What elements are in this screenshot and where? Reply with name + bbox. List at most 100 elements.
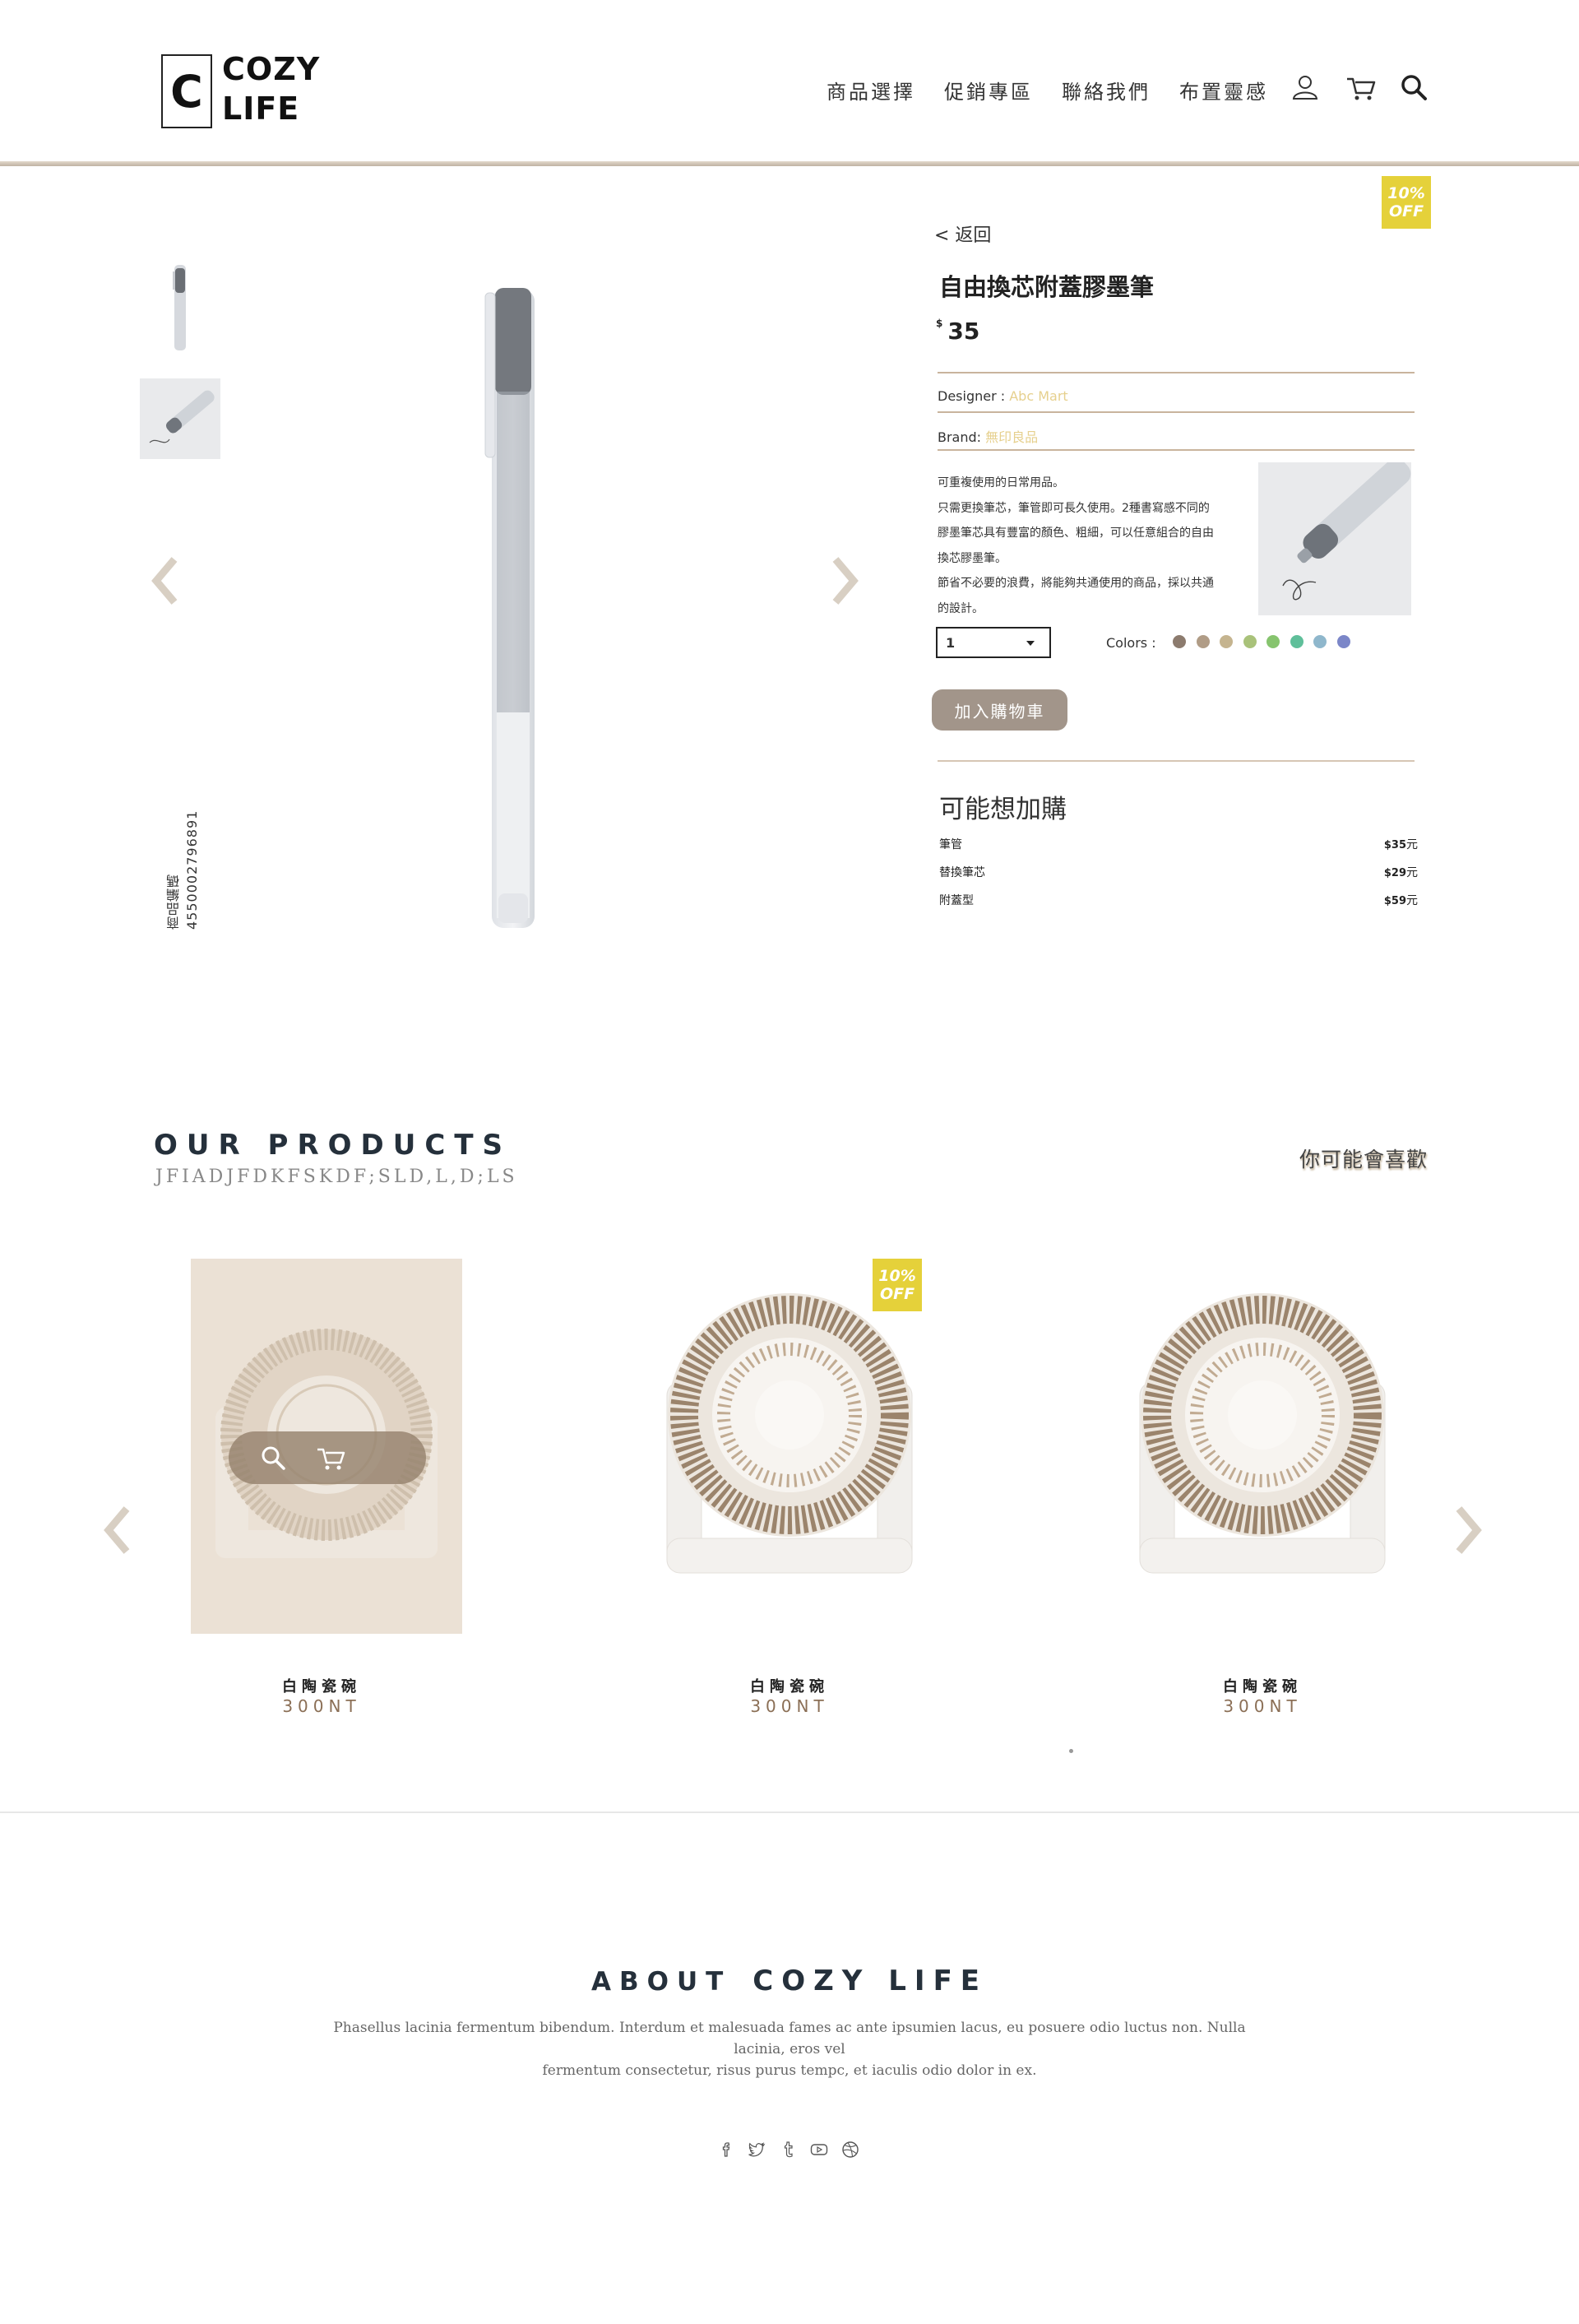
designer-label: Designer :	[938, 388, 1010, 404]
addon-item[interactable]: 替換筆芯 $29元	[939, 864, 1418, 880]
twitter-icon[interactable]	[748, 2141, 766, 2159]
addon-price-value: $29	[1383, 867, 1406, 879]
color-swatch[interactable]	[1290, 635, 1303, 648]
color-swatch[interactable]	[1243, 635, 1257, 648]
product-card-name[interactable]: 白陶瓷碗	[1127, 1675, 1398, 1696]
quantity-value: 1	[946, 635, 956, 651]
addon-item[interactable]: 附蓋型 $59元	[939, 892, 1418, 908]
thumbnail-pen[interactable]	[140, 265, 220, 350]
about-text: Phasellus lacinia fermentum bibendum. In…	[313, 2017, 1266, 2081]
carousel-next-arrow[interactable]	[1451, 1505, 1484, 1555]
pen-thumbnail-image	[173, 265, 186, 350]
dribbble-icon[interactable]	[841, 2141, 859, 2159]
color-swatch[interactable]	[1196, 635, 1210, 648]
addon-price: $35元	[1384, 836, 1418, 852]
brand-label: Brand:	[938, 429, 986, 445]
addon-price: $29元	[1384, 864, 1418, 880]
product-card-image[interactable]	[654, 1259, 925, 1634]
divider	[938, 449, 1415, 451]
youtube-icon[interactable]	[810, 2141, 828, 2159]
color-swatch[interactable]	[1173, 635, 1186, 648]
product-card-name[interactable]: 白陶瓷碗	[186, 1675, 457, 1696]
add-to-cart-button[interactable]: 加入購物車	[932, 689, 1067, 731]
product-title: 自由換芯附蓋膠墨筆	[939, 273, 1155, 301]
designer-value[interactable]: Abc Mart	[1009, 388, 1067, 404]
pen-writing-thumbnail-image	[140, 378, 220, 459]
about-title-word2: COZY LIFE	[752, 1964, 989, 1997]
badge-percent: 10%	[1387, 184, 1425, 202]
description-line: 可重複使用的日常用品。	[938, 476, 1064, 489]
pen-detail-image	[1258, 462, 1411, 615]
nav-products[interactable]: 商品選擇	[827, 76, 915, 104]
logo-line-2: LIFE	[222, 90, 300, 127]
gallery-prev-arrow[interactable]	[150, 556, 183, 605]
description-line: 的設計。	[938, 601, 984, 615]
addons-title: 可能想加購	[939, 795, 1067, 824]
tumblr-icon[interactable]	[780, 2141, 798, 2159]
about-text-line: fermentum consectetur, risus purus tempc…	[542, 2062, 1037, 2079]
color-swatch[interactable]	[1266, 635, 1280, 648]
product-card-image[interactable]	[1127, 1259, 1398, 1634]
facebook-icon[interactable]	[718, 2141, 736, 2159]
discount-badge: 10% OFF	[1382, 176, 1431, 229]
logo-mark[interactable]: C	[161, 54, 212, 128]
product-sku: 商品編碼4550002796891	[166, 809, 200, 930]
description-line: 節省不必要的浪費，將能夠共通使用的商品，採以共通	[938, 577, 1214, 590]
addon-price-value: $35	[1383, 839, 1406, 851]
price-value: 35	[947, 318, 980, 345]
addon-name: 筆管	[939, 838, 962, 851]
divider	[938, 411, 1415, 413]
search-icon[interactable]	[260, 1445, 286, 1471]
addon-price-unit: 元	[1406, 894, 1418, 907]
brand-value[interactable]: 無印良品	[985, 429, 1038, 445]
product-card-price: 300NT	[750, 1696, 829, 1716]
color-swatch[interactable]	[1313, 635, 1327, 648]
gallery-next-arrow[interactable]	[827, 556, 860, 605]
color-swatch[interactable]	[1220, 635, 1233, 648]
product-description: 可重複使用的日常用品。 只需更換筆芯，筆管即可長久使用。2種書寫感不同的 膠墨筆…	[938, 471, 1242, 621]
description-line: 換芯膠墨筆。	[938, 551, 1007, 565]
you-may-like-label: 你可能會喜歡	[1299, 1148, 1429, 1171]
product-card-name[interactable]: 白陶瓷碗	[654, 1675, 925, 1696]
product-price: $35	[936, 318, 979, 345]
badge-off: OFF	[879, 1285, 915, 1303]
thumbnail-pen-writing[interactable]	[140, 378, 220, 459]
addon-price: $59元	[1384, 892, 1418, 908]
nav-inspiration[interactable]: 布置靈感	[1179, 76, 1268, 104]
nav-contact[interactable]: 聯絡我們	[1062, 76, 1151, 104]
nav-promotions[interactable]: 促銷專區	[944, 76, 1033, 104]
brand-row: Brand: 無印良品	[938, 426, 1038, 446]
carousel-indicator-dot[interactable]	[1069, 1749, 1073, 1753]
pen-main-image	[484, 288, 535, 928]
badge-percent: 10%	[878, 1267, 916, 1285]
divider	[938, 760, 1415, 762]
addon-price-value: $59	[1383, 895, 1406, 907]
color-swatch[interactable]	[1336, 635, 1350, 648]
chevron-down-icon	[1026, 641, 1035, 646]
search-icon[interactable]	[1398, 72, 1429, 104]
logo-letter: C	[170, 65, 203, 118]
description-line: 只需更換筆芯，筆管即可長久使用。2種書寫感不同的	[938, 501, 1210, 515]
cart-icon[interactable]	[1345, 72, 1377, 104]
logo-line-1: COZY	[222, 51, 321, 87]
user-icon[interactable]	[1290, 72, 1321, 104]
addon-price-unit: 元	[1406, 838, 1418, 851]
divider	[938, 372, 1415, 373]
addon-name: 替換筆芯	[939, 866, 985, 879]
addon-name: 附蓋型	[939, 894, 974, 907]
section-divider	[0, 1811, 1579, 1813]
addon-item[interactable]: 筆管 $35元	[939, 836, 1418, 852]
fan-image	[666, 1293, 913, 1574]
about-text-line: Phasellus lacinia fermentum bibendum. In…	[333, 2020, 1246, 2057]
logo-text[interactable]: COZY LIFE	[222, 49, 320, 128]
carousel-prev-arrow[interactable]	[102, 1505, 135, 1555]
product-card-price: 300NT	[1223, 1696, 1302, 1716]
section-subtitle: JFIADJFDKFSKDF;SLD,L,D;LS	[155, 1167, 518, 1187]
colors-label: Colors :	[1106, 635, 1156, 651]
discount-badge: 10% OFF	[873, 1259, 922, 1311]
about-title-word1: ABOUT	[590, 1967, 732, 1997]
back-link[interactable]: < 返回	[934, 220, 991, 247]
cart-icon[interactable]	[316, 1445, 347, 1471]
price-currency: $	[936, 318, 943, 329]
quantity-select[interactable]: 1	[936, 627, 1051, 658]
